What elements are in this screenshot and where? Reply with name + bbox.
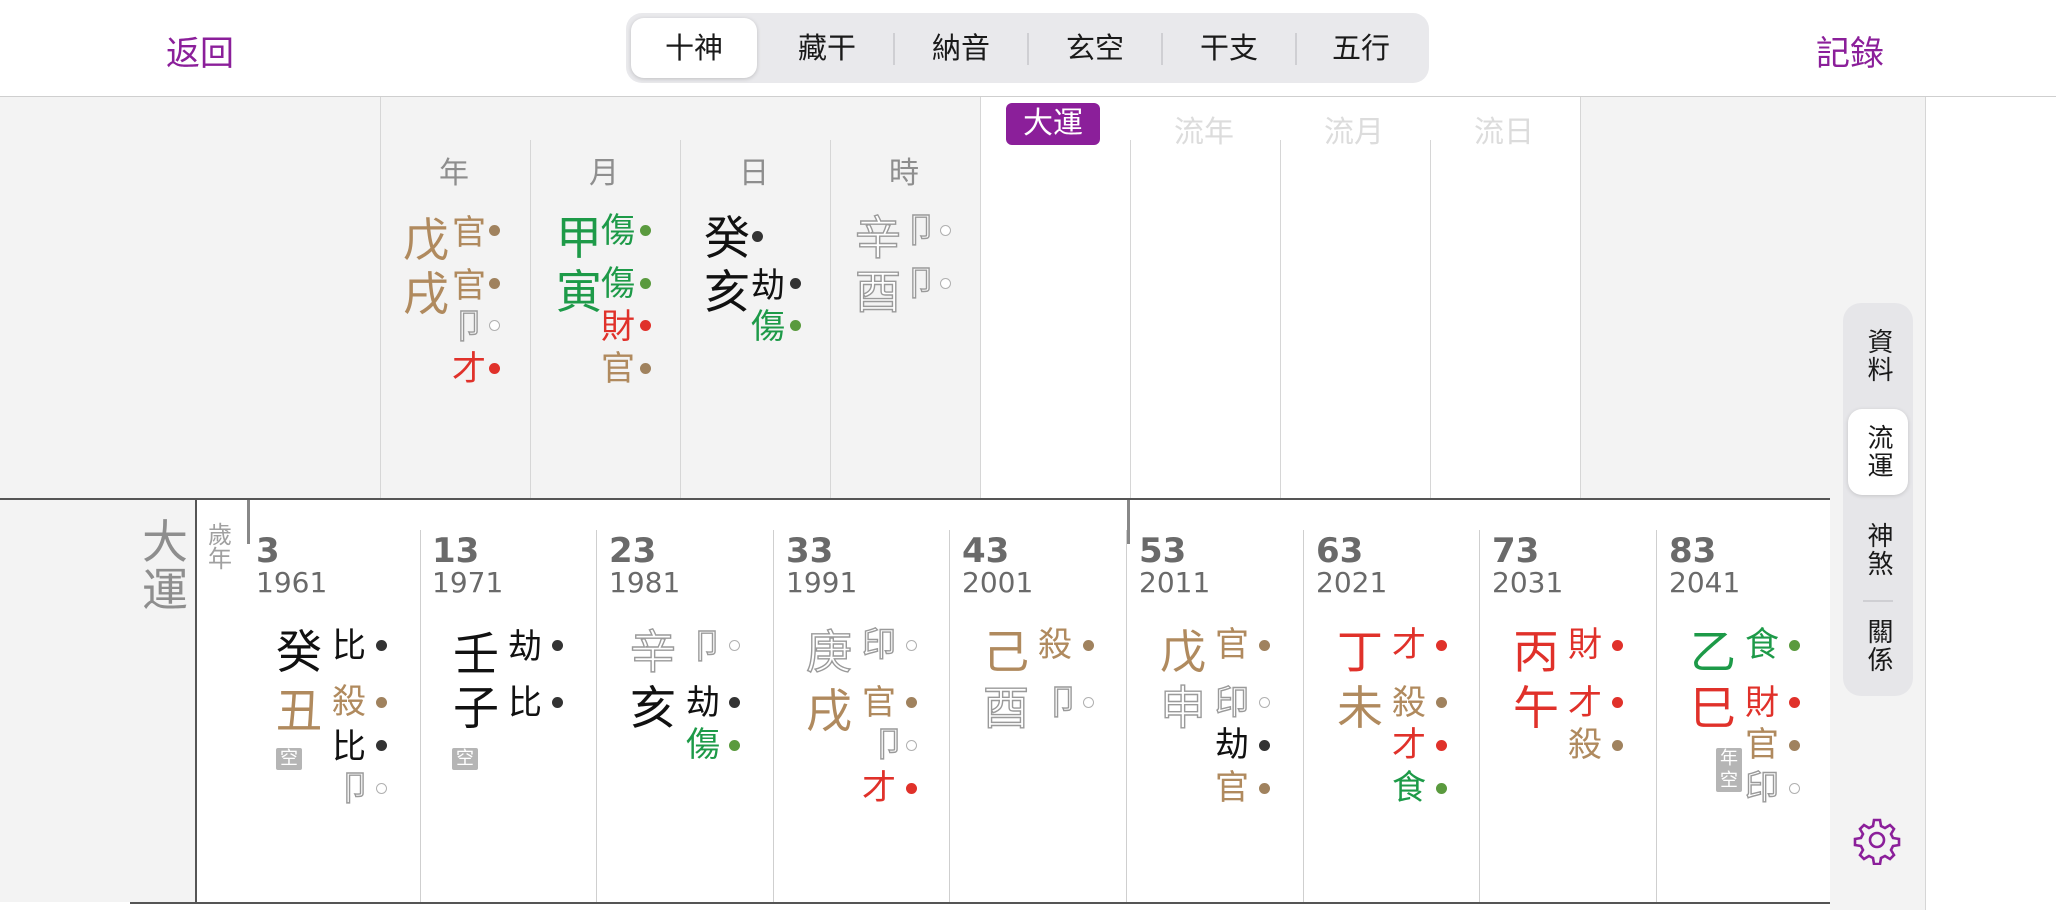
tab-liuyue[interactable]: 流月	[1280, 107, 1428, 151]
year-branch: 戌	[403, 267, 449, 321]
tab-xuankong[interactable]: 玄空	[1032, 18, 1158, 78]
header-month-pillar: 月	[589, 156, 619, 191]
tab-ganzhi[interactable]: 干支	[1166, 18, 1292, 78]
month-stem: 甲	[556, 211, 602, 265]
side-tab-relations[interactable]: 關係	[1848, 603, 1908, 689]
tab-liunian[interactable]: 流年	[1130, 107, 1278, 151]
side-tab-info[interactable]: 資料	[1848, 313, 1908, 399]
age-year-label: 歲年	[208, 521, 232, 573]
tab-dayun[interactable]: 大運	[1006, 103, 1100, 145]
day-branch: 亥	[704, 265, 750, 319]
day-stem: 癸	[704, 211, 750, 265]
year-stem: 戊	[403, 213, 449, 267]
hour-stem: 辛	[854, 211, 901, 265]
side-tab-shensha[interactable]: 神煞	[1848, 507, 1908, 593]
dayun-label: 大運	[142, 515, 188, 617]
back-button[interactable]: 返回	[166, 26, 234, 75]
gear-icon[interactable]	[1852, 815, 1902, 865]
header-year-pillar: 年	[439, 156, 469, 191]
view-segmented-control: 十神 藏干 納音 玄空 干支 五行	[626, 13, 1429, 83]
tab-wuxing[interactable]: 五行	[1298, 18, 1424, 78]
side-tab-liuyun[interactable]: 流運	[1848, 409, 1908, 495]
tab-canggan[interactable]: 藏干	[764, 18, 890, 78]
tab-nayin[interactable]: 納音	[898, 18, 1024, 78]
header-hour-pillar: 時	[889, 156, 919, 191]
tab-shishen[interactable]: 十神	[631, 18, 757, 78]
tab-liuri[interactable]: 流日	[1430, 107, 1578, 151]
record-button[interactable]: 記錄	[1816, 26, 1884, 75]
hour-branch: 酉	[854, 265, 901, 319]
month-branch: 寅	[556, 265, 602, 319]
side-tab-bar: 資料 流運 神煞 關係	[1843, 303, 1913, 696]
header-day-pillar: 日	[739, 156, 769, 191]
